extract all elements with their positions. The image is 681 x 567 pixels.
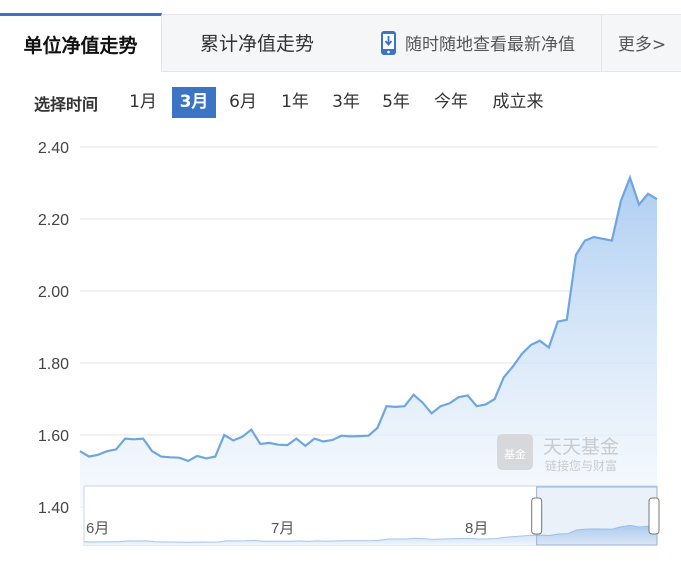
watermark: 基金 天天基金 链接您与财富 xyxy=(497,434,619,473)
watermark-title: 天天基金 xyxy=(543,436,619,458)
navigator-left-handle[interactable] xyxy=(531,497,543,535)
navigator-selection[interactable] xyxy=(536,486,658,546)
range-3m-button[interactable]: 3月 xyxy=(172,87,216,118)
navigator-right-handle[interactable] xyxy=(648,497,660,535)
y-tick-label: 2.20 xyxy=(38,212,69,229)
time-range-label: 选择时间 xyxy=(34,95,99,114)
watermark-subtitle: 链接您与财富 xyxy=(545,458,617,473)
y-tick-label: 1.80 xyxy=(38,356,69,373)
range-since-inception-button[interactable]: 成立来 xyxy=(488,87,548,118)
nav-trend-chart: 2.402.202.001.801.601.40 基金 天天基金 链接您与财富 … xyxy=(38,140,660,546)
y-tick-label: 2.40 xyxy=(38,140,69,157)
range-5y-button[interactable]: 5年 xyxy=(377,87,415,118)
range-3y-button[interactable]: 3年 xyxy=(327,87,365,118)
mobile-phone-icon xyxy=(380,30,397,56)
navigator-label-jul: 7月 xyxy=(271,520,294,537)
tab-unit-nav[interactable]: 单位净值走势 xyxy=(0,13,162,72)
range-6m-button[interactable]: 6月 xyxy=(224,87,262,118)
more-link[interactable]: 更多> xyxy=(603,14,681,71)
tab-cumulative-nav[interactable]: 累计净值走势 xyxy=(162,13,352,72)
navigator-label-jun: 6月 xyxy=(86,520,109,537)
range-1m-button[interactable]: 1月 xyxy=(124,87,162,118)
y-tick-label: 1.60 xyxy=(38,428,69,445)
navigator-label-aug: 8月 xyxy=(465,520,488,537)
range-navigator[interactable]: 6月 7月 8月 xyxy=(83,485,660,546)
mobile-link-label: 随时随地查看最新净值 xyxy=(405,35,575,55)
time-range-selector: 选择时间 1月 3月 6月 1年 3年 5年 今年 成立来 xyxy=(0,86,681,118)
y-tick-label: 2.00 xyxy=(38,284,69,301)
tab-bar: 单位净值走势 累计净值走势 随时随地查看最新净值 更多> xyxy=(0,0,681,72)
y-axis-ticks: 2.40 2.20 2.00 1.80 1.60 1.40 xyxy=(38,140,69,517)
y-tick-label: 1.40 xyxy=(38,500,69,517)
mobile-app-link[interactable]: 随时随地查看最新净值 xyxy=(370,14,602,71)
range-1y-button[interactable]: 1年 xyxy=(276,87,314,118)
range-ytd-button[interactable]: 今年 xyxy=(428,87,474,118)
watermark-logo-text: 基金 xyxy=(504,447,526,461)
